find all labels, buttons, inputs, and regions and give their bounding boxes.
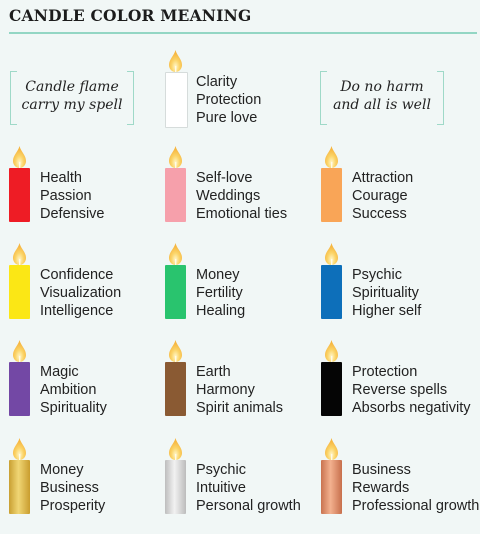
candle-body-icon <box>321 265 342 319</box>
meaning-text: Protection <box>196 92 262 108</box>
candle-body-icon <box>165 265 186 319</box>
meaning-text: Courage <box>352 188 408 204</box>
flame-icon <box>169 340 182 362</box>
flame-icon <box>325 340 338 362</box>
meaning-text: Protection <box>352 364 418 380</box>
candle-body-icon <box>165 362 186 416</box>
flame-icon <box>169 50 182 72</box>
candle-body-icon <box>9 168 30 222</box>
flame-icon <box>325 438 338 460</box>
candle-item-green: Money Fertility Healing <box>165 243 321 339</box>
flame-icon <box>13 146 26 168</box>
candle-item-gold: Money Business Prosperity <box>9 438 165 534</box>
candle-body-icon <box>9 362 30 416</box>
quote-line: and all is well <box>333 97 431 113</box>
meaning-text: Harmony <box>196 382 255 398</box>
meaning-text: Rewards <box>352 480 410 496</box>
meaning-text: Ambition <box>40 382 97 398</box>
flame-icon <box>13 340 26 362</box>
quote-line: Candle flame <box>25 79 119 95</box>
flame-icon <box>169 438 182 460</box>
candle-item-blue: Psychic Spirituality Higher self <box>321 243 477 339</box>
candle-item-white: Clarity Protection Pure love <box>165 50 321 146</box>
meaning-text: Fertility <box>196 285 243 301</box>
candle-item-black: Protection Reverse spells Absorbs negativi… <box>321 340 477 436</box>
flame-icon <box>169 146 182 168</box>
flame-icon <box>325 243 338 265</box>
candle-body-icon <box>165 168 186 222</box>
meaning-text: Spirituality <box>40 400 107 416</box>
meaning-text: Success <box>352 206 407 222</box>
meaning-text: Intuitive <box>196 480 246 496</box>
meaning-text: Psychic <box>196 462 246 478</box>
meaning-text: Defensive <box>40 206 105 222</box>
meaning-text: Personal growth <box>196 498 301 514</box>
candle-body-icon <box>321 168 342 222</box>
candle-body-icon <box>165 460 186 514</box>
meaning-text: Magic <box>40 364 79 380</box>
meaning-text: Intelligence <box>40 303 114 319</box>
meaning-text: Health <box>40 170 82 186</box>
meaning-text: Earth <box>196 364 231 380</box>
meaning-text: Spirit animals <box>196 400 284 416</box>
meaning-text: Prosperity <box>40 498 106 514</box>
quote-line: carry my spell <box>21 97 123 113</box>
meaning-text: Professional growth <box>352 498 480 514</box>
meaning-text: Attraction <box>352 170 414 186</box>
quote-line: Do no harm <box>340 79 424 95</box>
flame-icon <box>13 438 26 460</box>
meaning-text: Self-love <box>196 170 253 186</box>
flame-icon <box>169 243 182 265</box>
meaning-text: Emotional ties <box>196 206 288 222</box>
flame-icon <box>13 243 26 265</box>
meaning-text: Weddings <box>196 188 261 204</box>
flame-icon <box>325 146 338 168</box>
candle-body-icon <box>9 265 30 319</box>
meaning-text: Business <box>352 462 411 478</box>
meaning-text: Spirituality <box>352 285 419 301</box>
meaning-text: Passion <box>40 188 92 204</box>
candle-body-icon <box>9 460 30 514</box>
meaning-text: Healing <box>196 303 246 319</box>
candle-item-yellow: Confidence Visualization Intelligence <box>9 243 165 339</box>
meaning-text: Confidence <box>40 267 114 283</box>
quote-right: Do no harm and all is well <box>320 71 444 125</box>
title-divider <box>9 32 477 34</box>
candle-item-orange: Attraction Courage Success <box>321 146 477 242</box>
meaning-text: Psychic <box>352 267 402 283</box>
candle-item-brown: Earth Harmony Spirit animals <box>165 340 321 436</box>
meaning-text: Business <box>40 480 99 496</box>
candle-item-purple: Magic Ambition Spirituality <box>9 340 165 436</box>
candle-item-silver: Psychic Intuitive Personal growth <box>165 438 321 534</box>
quote-left: Candle flame carry my spell <box>10 71 134 125</box>
page-title: CANDLE COLOR MEANING <box>9 6 252 25</box>
candle-item-pink: Self-love Weddings Emotional ties <box>165 146 321 242</box>
candle-body-icon <box>321 460 342 514</box>
meaning-text: Higher self <box>352 303 422 319</box>
meaning-text: Money <box>196 267 240 283</box>
candle-body-icon <box>321 362 342 416</box>
meaning-text: Money <box>40 462 84 478</box>
meaning-text: Pure love <box>196 110 258 126</box>
candle-item-red: Health Passion Defensive <box>9 146 165 242</box>
meaning-text: Clarity <box>196 74 238 90</box>
meaning-text: Visualization <box>40 285 122 301</box>
meaning-text: Absorbs negativity <box>352 400 471 416</box>
candle-item-copper: Business Rewards Professional growth <box>321 438 480 534</box>
candle-body-icon <box>165 72 188 128</box>
meaning-text: Reverse spells <box>352 382 448 398</box>
